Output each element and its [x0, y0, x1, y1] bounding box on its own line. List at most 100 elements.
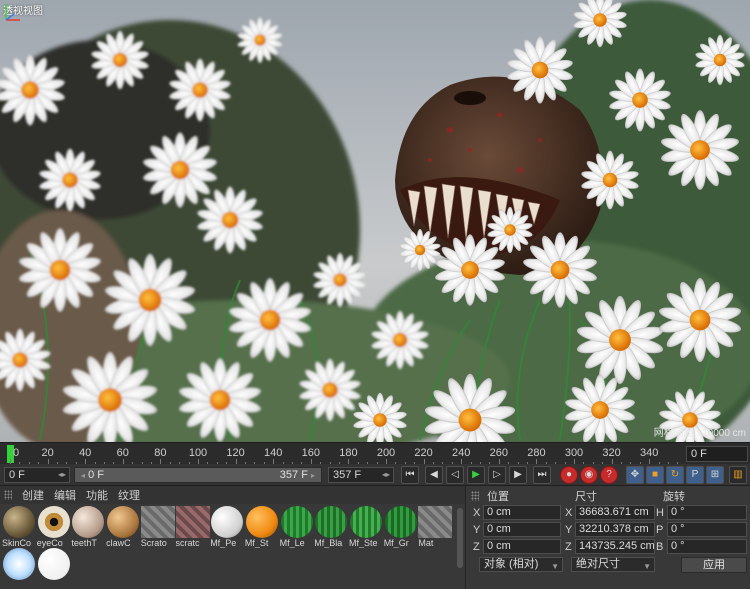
current-frame-field[interactable]: 0 F: [686, 446, 748, 462]
timeline-tick-label: 180: [339, 447, 358, 459]
material-label: Mf_Ste: [349, 538, 378, 548]
current-frame-input[interactable]: 0 F ◂▸: [4, 467, 70, 483]
position-header: 位置: [487, 491, 509, 503]
rotation-b-input[interactable]: 0 °: [667, 539, 747, 554]
material-label: Mf_Bla: [314, 538, 343, 548]
material-swatch[interactable]: SkinCo: [2, 506, 36, 548]
material-swatch[interactable]: clawC: [106, 506, 140, 548]
material-label: scratc: [175, 538, 200, 548]
timeline-tick-label: 0: [12, 447, 20, 459]
material-preview-icon: [245, 506, 278, 538]
key-position-icon[interactable]: ✥: [626, 466, 644, 484]
timeline-tick-label: 200: [376, 447, 396, 459]
coord-row-z: Z 0 cm Z 143735.245 cm B 0 °: [467, 539, 750, 556]
material-swatch[interactable]: Mat: [418, 506, 453, 548]
record-icon[interactable]: ●: [560, 466, 578, 484]
range-left-arrow-icon[interactable]: ◂: [81, 471, 85, 480]
menu-edit[interactable]: 编辑: [54, 487, 76, 503]
material-swatch[interactable]: scratc: [175, 506, 210, 548]
material-preview-icon: [384, 506, 417, 538]
previous-key-icon[interactable]: ◀: [425, 466, 443, 484]
material-swatch[interactable]: Mf_Bla: [314, 506, 348, 548]
timeline-tick-label: 160: [301, 447, 320, 459]
position-x-input[interactable]: 0 cm: [483, 505, 561, 520]
timeline-tick-label: 20: [41, 447, 54, 459]
size-y-input[interactable]: 32210.378 cm: [575, 522, 655, 537]
timeline-tick-label: 220: [414, 447, 433, 459]
material-label: teethT: [71, 538, 97, 548]
size-z-input[interactable]: 143735.245 cm: [575, 539, 655, 554]
rotation-header: 旋转: [663, 491, 685, 503]
material-label: Mf_Gr: [383, 538, 409, 548]
panel-grip-icon[interactable]: [4, 490, 12, 500]
transport-bar: 0 F ◂▸ ◂ 0 F 357 F ▸ 357 F ◂▸ ⏮ ◀ ◁ ▶ ▷ …: [0, 464, 750, 486]
keyframe-selection-icon[interactable]: ?: [600, 466, 618, 484]
size-header: 尺寸: [575, 491, 597, 503]
material-preview-icon: [350, 506, 382, 538]
rotation-h-input[interactable]: 0 °: [667, 505, 747, 520]
material-label: Mf_Le: [279, 538, 305, 548]
timeline-tick-label: 320: [602, 447, 621, 459]
material-scrollbar[interactable]: [457, 508, 463, 568]
material-swatch[interactable]: Mf_Ste: [349, 506, 383, 548]
material-swatch[interactable]: teethT: [71, 506, 105, 548]
size-x-input[interactable]: 36683.671 cm: [575, 505, 655, 520]
timeline-ruler[interactable]: 0 20 40 60 80 100 120 140 160 180 200 220 240 260 280 3…: [0, 442, 750, 465]
material-preview-icon: [37, 548, 70, 580]
material-label: Mat: [418, 538, 434, 548]
material-preview-icon: [3, 548, 35, 580]
go-to-start-icon[interactable]: ⏮: [401, 466, 419, 484]
menu-function[interactable]: 功能: [86, 487, 108, 503]
timeline-layout-icon[interactable]: ▥: [729, 466, 747, 484]
rotation-p-input[interactable]: 0 °: [667, 522, 747, 537]
size-mode-dropdown[interactable]: 绝对尺寸 ▼: [571, 557, 655, 572]
position-z-input[interactable]: 0 cm: [483, 539, 561, 554]
stepper-arrows-icon[interactable]: ◂▸: [382, 470, 390, 479]
max-frame-input[interactable]: 357 F ◂▸: [328, 467, 394, 483]
key-parameter-icon[interactable]: P: [686, 466, 704, 484]
material-swatch[interactable]: [2, 548, 36, 588]
key-pla-icon[interactable]: ⊞: [706, 466, 724, 484]
menu-texture[interactable]: 纹理: [118, 487, 140, 503]
go-to-end-icon[interactable]: ⏭: [533, 466, 551, 484]
material-preview-icon: [175, 506, 210, 538]
material-swatch[interactable]: Scrato: [140, 506, 175, 548]
stepper-arrows-icon[interactable]: ◂▸: [58, 470, 66, 479]
next-frame-icon[interactable]: ▷: [488, 466, 506, 484]
position-y-input[interactable]: 0 cm: [483, 522, 561, 537]
preview-range-slider[interactable]: ◂ 0 F 357 F ▸: [74, 467, 322, 483]
next-key-icon[interactable]: ▶: [509, 466, 527, 484]
chevron-down-icon: ▼: [551, 562, 559, 571]
previous-frame-icon[interactable]: ◁: [446, 466, 464, 484]
timeline-track[interactable]: 0 20 40 60 80 100 120 140 160 180 200 220 240 260 280 3…: [0, 443, 684, 465]
material-swatch[interactable]: Mf_Pe: [210, 506, 244, 548]
autokey-icon[interactable]: ◉: [580, 466, 598, 484]
coord-row-x: X 0 cm X 36683.671 cm H 0 °: [467, 505, 750, 522]
timeline-tick-label: 80: [154, 447, 167, 459]
material-label: Mf_Pe: [210, 538, 237, 548]
timeline-tick-label: 120: [226, 447, 245, 459]
coordinate-mode-dropdown[interactable]: 对象 (相对) ▼: [479, 557, 563, 572]
material-preview-icon: [315, 506, 348, 538]
key-rotation-icon[interactable]: ↻: [666, 466, 684, 484]
key-scale-icon[interactable]: ■: [646, 466, 664, 484]
chevron-down-icon: ▼: [643, 562, 651, 571]
material-preview-icon: [211, 506, 244, 538]
material-swatch[interactable]: Mf_Le: [279, 506, 314, 548]
perspective-viewport[interactable]: 透视视图 网格间距 : 10000 cm: [0, 0, 750, 442]
material-swatch[interactable]: [37, 548, 71, 588]
apply-button[interactable]: 应用: [681, 557, 747, 573]
material-swatch[interactable]: Mf_St: [245, 506, 279, 548]
menu-create[interactable]: 创建: [22, 487, 44, 503]
range-right-arrow-icon[interactable]: ▸: [311, 471, 315, 480]
material-swatch[interactable]: eyeCo: [37, 506, 71, 548]
panel-grip-icon[interactable]: [471, 491, 479, 501]
material-preview-icon: [418, 506, 453, 538]
material-preview-icon: [72, 506, 105, 538]
material-swatch[interactable]: Mf_Gr: [383, 506, 418, 548]
timeline-tick-label: 260: [489, 447, 508, 459]
material-preview-icon: [140, 506, 175, 538]
play-icon[interactable]: ▶: [467, 466, 485, 484]
timeline-tick-label: 300: [564, 447, 584, 459]
material-manager: 创建 编辑 功能 纹理 SkinCo eyeCo teethT clawC Scrato…: [0, 486, 466, 589]
